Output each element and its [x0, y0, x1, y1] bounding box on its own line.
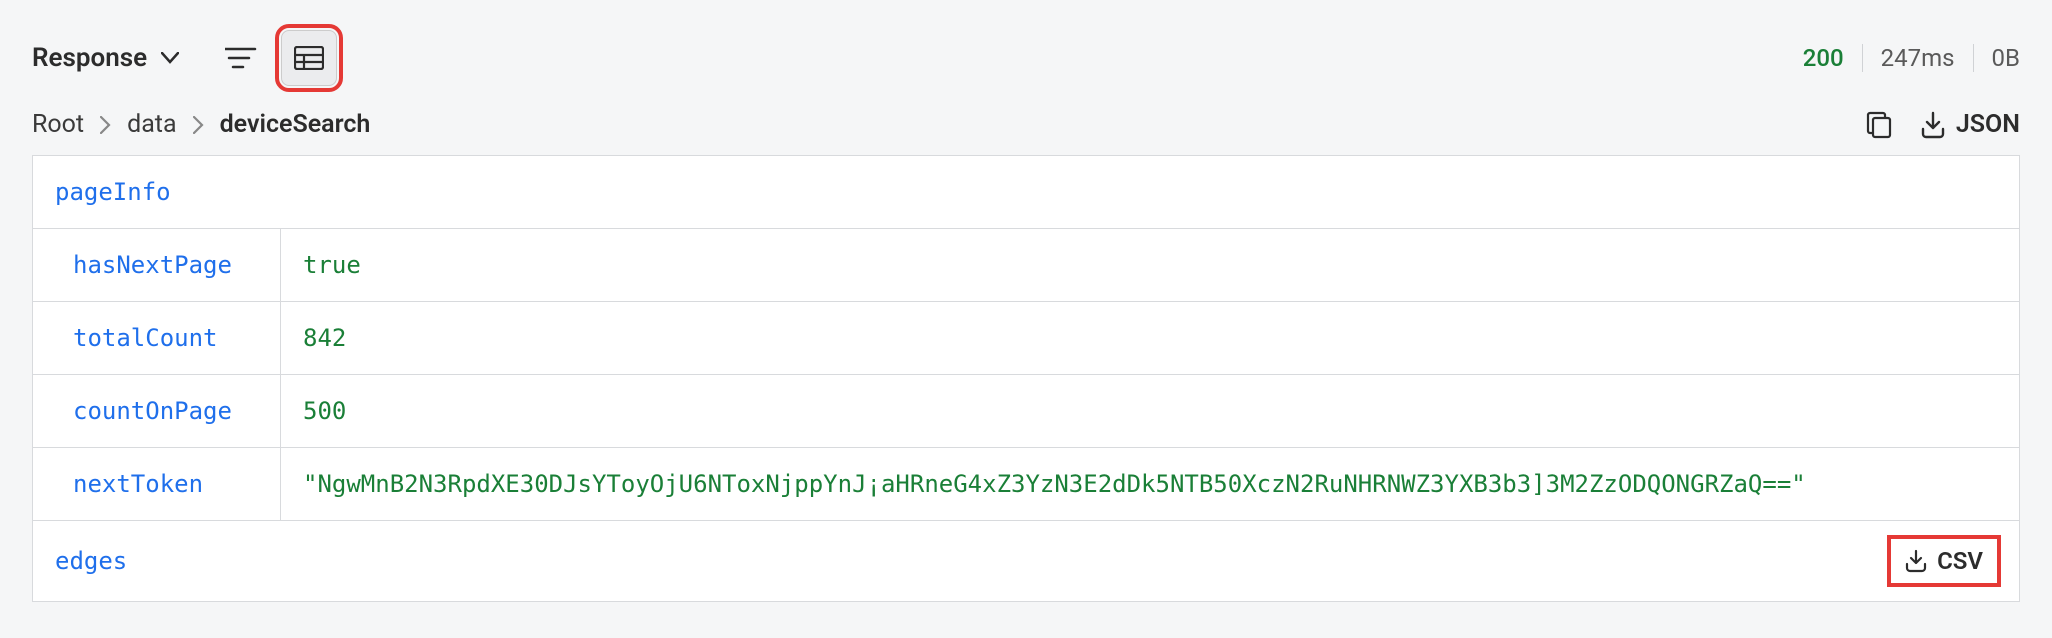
field-key: nextToken [33, 448, 281, 520]
download-json-button[interactable]: JSON [1920, 110, 2020, 139]
download-icon [1905, 549, 1927, 573]
edges-label[interactable]: edges [55, 547, 1891, 575]
table-row: hasNextPage true [33, 229, 2019, 302]
chevron-right-icon [100, 116, 111, 134]
breadcrumb: Root data deviceSearch [32, 110, 370, 139]
response-dropdown[interactable]: Response [32, 43, 179, 73]
copy-icon [1866, 111, 1892, 139]
table-row: totalCount 842 [33, 302, 2019, 375]
table-row: countOnPage 500 [33, 375, 2019, 448]
field-value: 842 [281, 302, 2019, 374]
field-key: hasNextPage [33, 229, 281, 301]
filter-lines-icon [225, 45, 257, 71]
field-key: countOnPage [33, 375, 281, 447]
field-value: 500 [281, 375, 2019, 447]
chevron-down-icon [161, 52, 179, 64]
status-code: 200 [1785, 44, 1863, 72]
csv-label: CSV [1937, 547, 1983, 575]
table-row: nextToken "NgwMnB2N3RpdXE30DJsYToyOjU6NT… [33, 448, 2019, 521]
field-value: true [281, 229, 2019, 301]
response-title: Response [32, 43, 147, 73]
copy-button[interactable] [1866, 111, 1892, 139]
result-table: pageInfo hasNextPage true totalCount 842… [32, 155, 2020, 602]
breadcrumb-data[interactable]: data [127, 110, 176, 139]
json-label: JSON [1956, 110, 2020, 139]
breadcrumb-current: deviceSearch [220, 110, 371, 139]
timing: 247ms [1863, 44, 1974, 72]
download-csv-button[interactable]: CSV [1891, 539, 1997, 583]
breadcrumb-root[interactable]: Root [32, 110, 84, 139]
table-icon [294, 46, 324, 70]
download-icon [1920, 111, 1946, 139]
field-value: "NgwMnB2N3RpdXE30DJsYToyOjU6NToxNjppYnJ¡… [281, 448, 2019, 520]
chevron-right-icon [193, 116, 204, 134]
pageinfo-label[interactable]: pageInfo [33, 156, 193, 228]
status-group: 200 247ms 0B [1785, 44, 2020, 72]
filter-view-button[interactable] [213, 30, 269, 86]
table-view-button[interactable] [281, 30, 337, 86]
response-size: 0B [1974, 44, 2020, 72]
field-key: totalCount [33, 302, 281, 374]
